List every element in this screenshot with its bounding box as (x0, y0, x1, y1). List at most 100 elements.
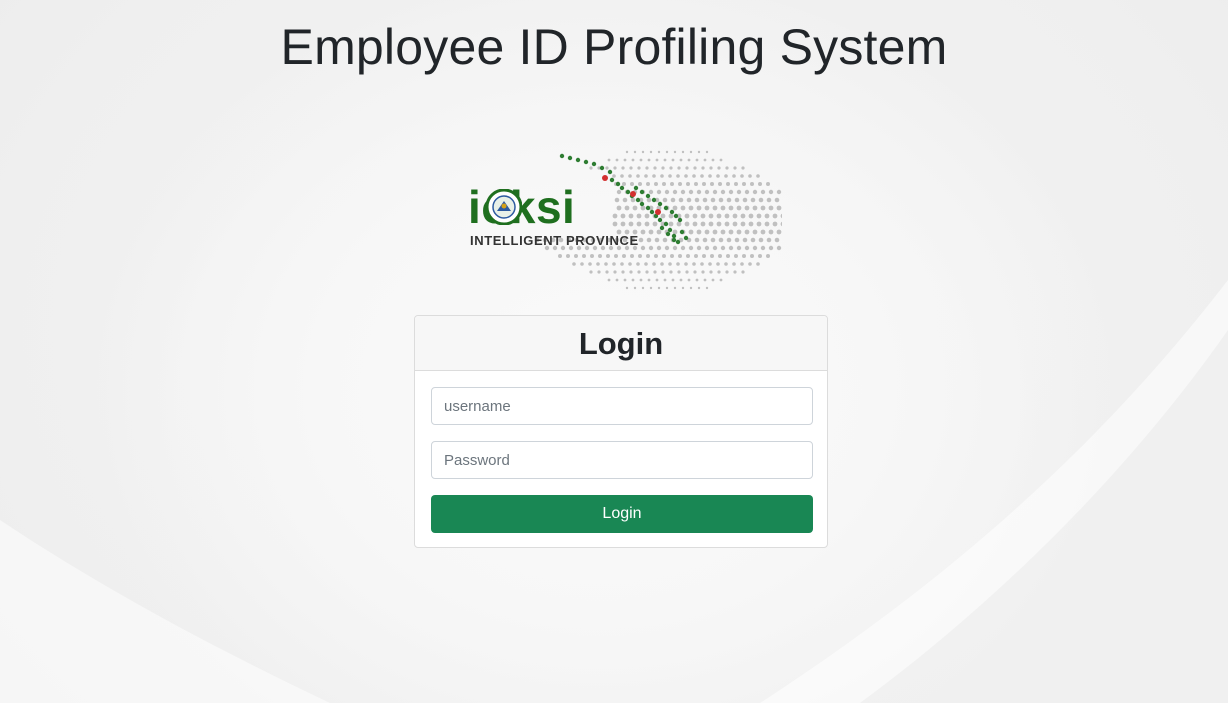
map-dot (649, 150, 653, 154)
map-dot (656, 245, 662, 251)
map-dot (725, 166, 729, 170)
map-dot (639, 189, 645, 195)
map-dot (718, 237, 724, 243)
map-dot (740, 213, 746, 219)
password-input[interactable] (431, 441, 813, 479)
map-dot (720, 245, 726, 251)
map-dot (774, 197, 780, 203)
map-dot (672, 245, 678, 251)
map-dot (684, 174, 688, 178)
map-dot (646, 254, 650, 258)
map-dot (645, 166, 649, 170)
map-dot (742, 237, 748, 243)
map-dot (708, 262, 712, 266)
map-dot (702, 182, 706, 186)
map-dot (567, 155, 573, 161)
map-dot (647, 158, 651, 162)
map-dot (637, 166, 641, 170)
map-dot (685, 166, 689, 170)
map-dot (609, 177, 615, 183)
map-dot (662, 197, 668, 203)
map-dot (683, 235, 689, 241)
map-dot (604, 262, 608, 266)
map-dot (717, 166, 721, 170)
map-dot (652, 174, 656, 178)
map-dot (620, 213, 626, 219)
map-dot (677, 270, 681, 274)
map-dot (668, 221, 674, 227)
map-dot (676, 221, 682, 227)
map-dot (607, 158, 611, 162)
map-dot (559, 153, 565, 159)
map-dot (716, 262, 720, 266)
map-dot (736, 189, 742, 195)
map-dot (668, 262, 672, 266)
map-dot (744, 229, 750, 235)
map-dot (736, 229, 742, 235)
map-dot (748, 262, 752, 266)
username-input[interactable] (431, 387, 813, 425)
login-button[interactable]: Login (431, 495, 813, 533)
map-dot (748, 213, 754, 219)
map-dot (741, 166, 745, 170)
map-dot (717, 270, 721, 274)
map-dot (628, 174, 632, 178)
map-dot (712, 245, 718, 251)
map-dot (612, 262, 616, 266)
map-dot (776, 205, 782, 211)
map-dot (648, 229, 654, 235)
map-dot (724, 262, 728, 266)
map-dot (644, 174, 648, 178)
map-dot (653, 166, 657, 170)
map-dot (629, 166, 633, 170)
map-dot (638, 254, 642, 258)
map-dot (704, 245, 710, 251)
map-dot (705, 286, 709, 290)
map-dot (694, 182, 698, 186)
map-dot (728, 245, 734, 251)
map-dot (716, 174, 720, 178)
map-dot (612, 174, 616, 178)
map-dot (702, 197, 708, 203)
map-dot (772, 221, 778, 227)
map-dot (649, 286, 653, 290)
map-dot (728, 189, 734, 195)
map-dot (677, 217, 683, 223)
map-dot (596, 262, 600, 266)
map-dot (628, 262, 632, 266)
map-dot (640, 229, 646, 235)
map-dot (752, 229, 758, 235)
map-dot (696, 205, 702, 211)
map-dot (750, 254, 754, 258)
map-dot (718, 254, 722, 258)
map-dot (710, 197, 716, 203)
map-dot (621, 166, 625, 170)
map-dot (639, 278, 643, 282)
map-dot (669, 209, 675, 215)
map-dot (704, 205, 710, 211)
map-dot (664, 245, 670, 251)
map-dot (645, 193, 651, 199)
map-dot (708, 213, 714, 219)
map-dot (718, 197, 724, 203)
map-dot (697, 150, 701, 154)
map-dot (646, 182, 650, 186)
map-dot (684, 262, 688, 266)
map-dot (700, 262, 704, 266)
map-dot (725, 270, 729, 274)
map-dot (660, 262, 664, 266)
map-dot (639, 201, 645, 207)
map-dot (744, 205, 750, 211)
map-dot (686, 254, 690, 258)
map-dot (696, 229, 702, 235)
map-dot (583, 159, 589, 165)
map-dot (692, 262, 696, 266)
logo: ioksi INTELLIGENT PROVINCE (462, 144, 806, 296)
map-dot (669, 166, 673, 170)
map-dot (704, 229, 710, 235)
map-dot (684, 221, 690, 227)
map-dot (670, 182, 674, 186)
map-dot (694, 197, 700, 203)
map-dot (675, 239, 681, 245)
map-dot (644, 221, 650, 227)
